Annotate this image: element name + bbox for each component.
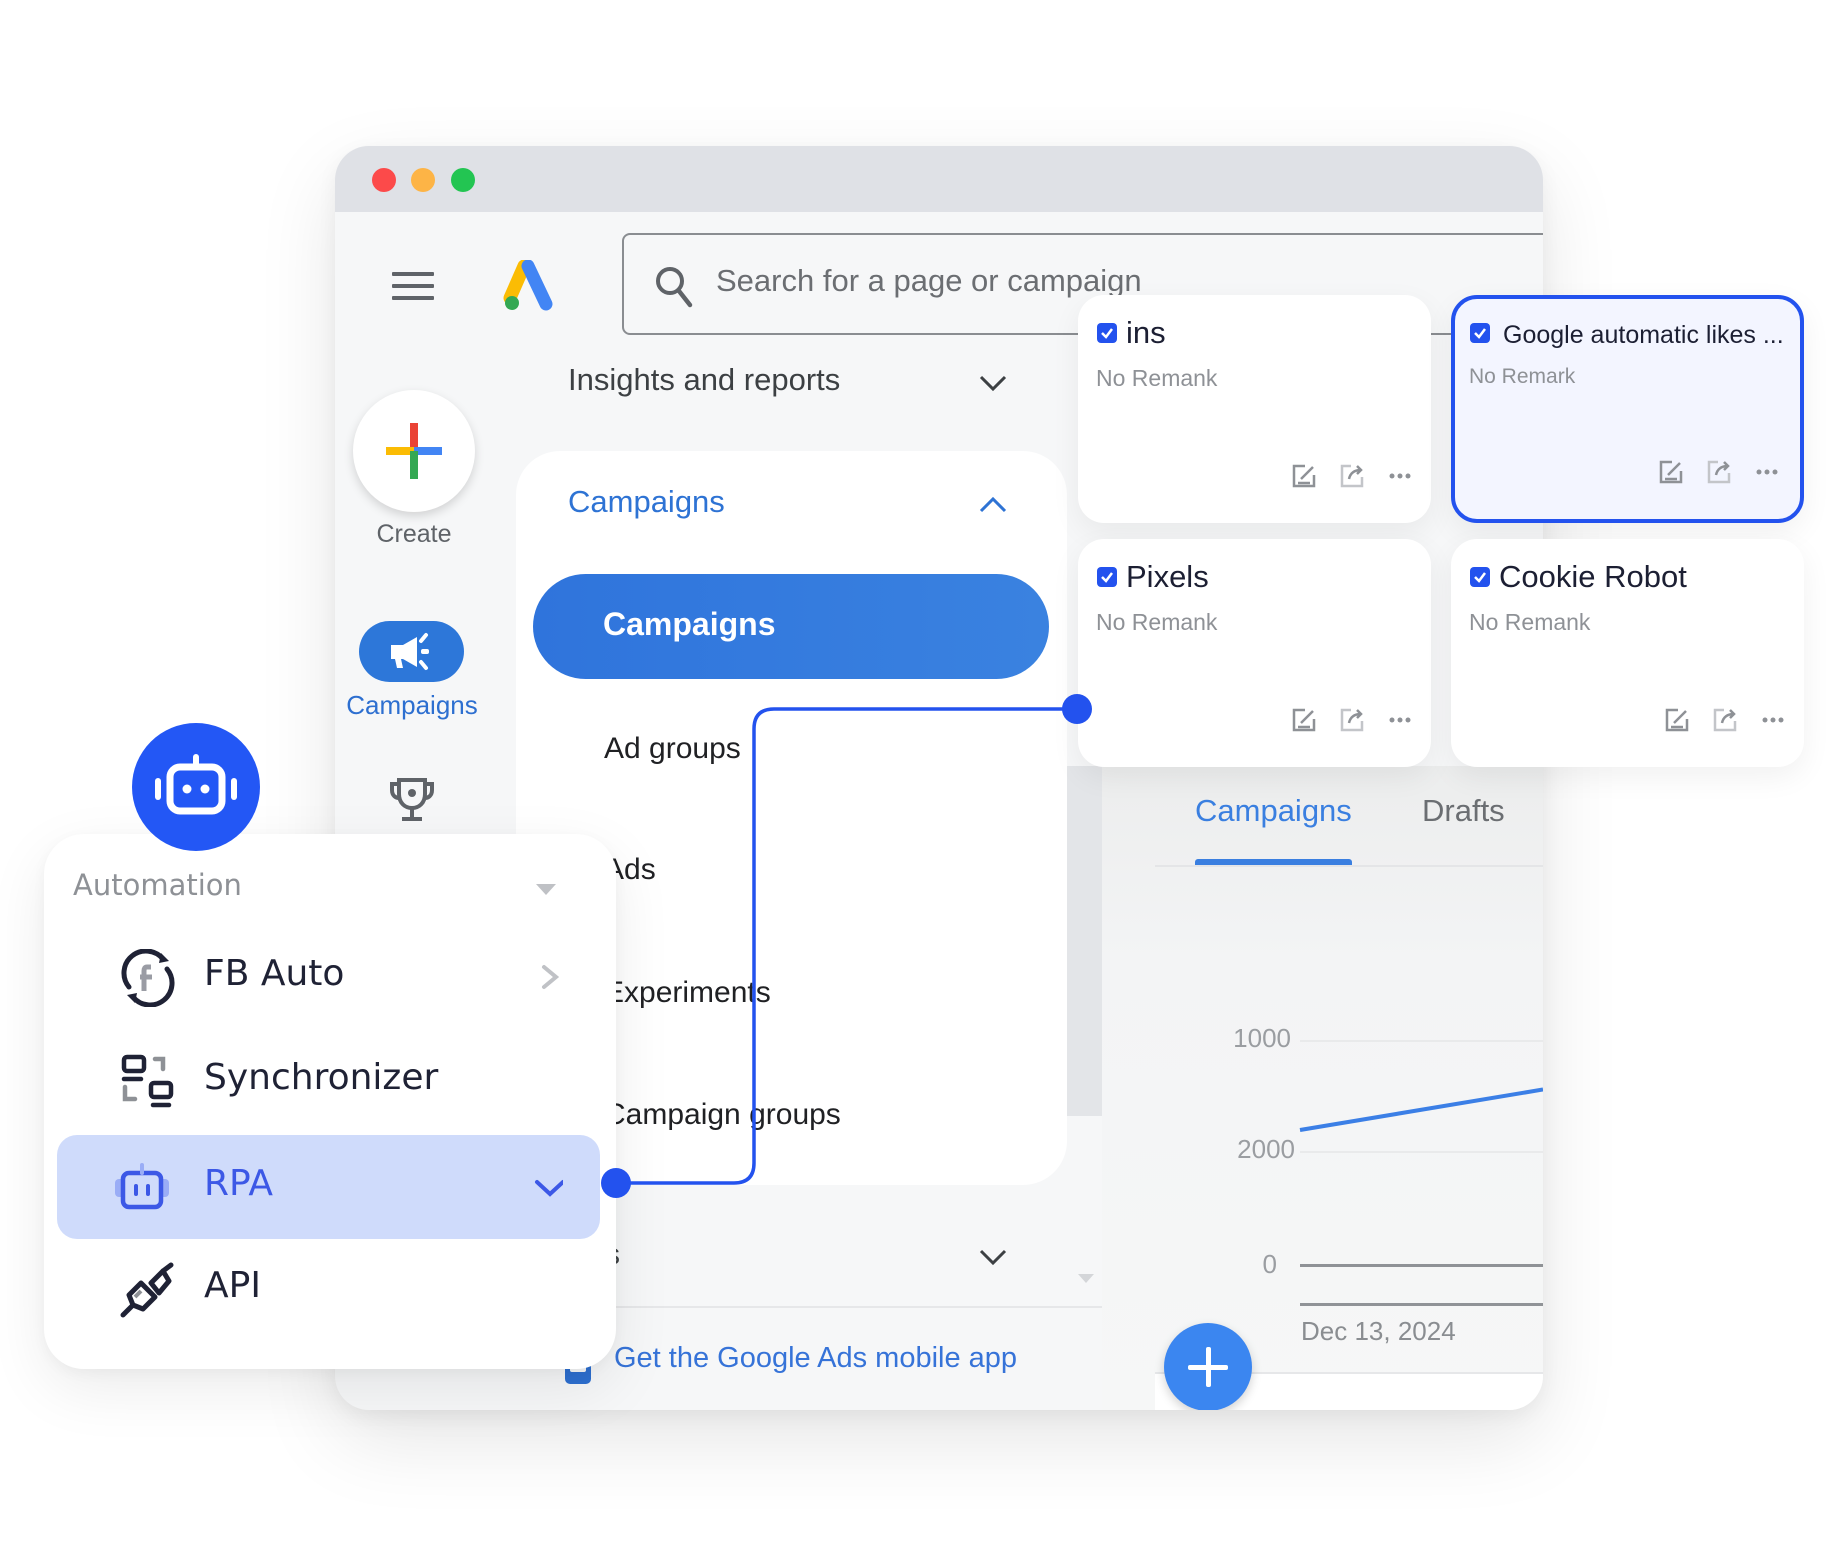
- x-axis: [1300, 1303, 1543, 1306]
- y-tick-label: 2000: [1237, 1134, 1295, 1164]
- create-label: Create: [376, 520, 452, 548]
- card-remark: No Remank: [1469, 609, 1591, 635]
- search-placeholder: Search for a page or campaign: [716, 263, 1142, 298]
- share-icon[interactable]: [1339, 707, 1365, 733]
- more-options-icon[interactable]: [1387, 707, 1413, 733]
- search-icon: [656, 267, 693, 308]
- share-icon[interactable]: [1712, 707, 1738, 733]
- divider: [585, 1306, 1102, 1308]
- check-icon: [1101, 572, 1113, 583]
- automation-item-label: RPA: [204, 1163, 274, 1204]
- edit-icon[interactable]: [1658, 459, 1684, 485]
- close-window-button[interactable]: [372, 168, 396, 192]
- chevron-down-icon: [535, 1180, 563, 1197]
- card-remark: No Remark: [1469, 365, 1576, 388]
- card-actions: [1291, 707, 1413, 733]
- chevron-up-icon[interactable]: [978, 496, 1008, 514]
- insights-and-reports-menu[interactable]: Insights and reports: [568, 362, 840, 398]
- card-checkbox[interactable]: [1097, 323, 1117, 343]
- minimize-window-button[interactable]: [411, 168, 435, 192]
- automation-item-api[interactable]: API: [57, 1237, 600, 1341]
- tab-drafts[interactable]: Drafts: [1422, 793, 1505, 829]
- gridline: [1300, 1151, 1543, 1153]
- mobile-app-link[interactable]: Get the Google Ads mobile app: [614, 1342, 1017, 1375]
- create-button[interactable]: [353, 390, 475, 512]
- caret-down-icon[interactable]: [536, 884, 556, 895]
- y-tick-label: 1000: [1233, 1023, 1291, 1053]
- card-checkbox[interactable]: [1470, 567, 1490, 587]
- scroll-track: [1067, 766, 1102, 1116]
- chevron-down-icon[interactable]: [978, 1248, 1008, 1266]
- more-options-icon[interactable]: [1387, 463, 1413, 489]
- submenu-item-campaign-groups[interactable]: Campaign groups: [604, 1098, 841, 1132]
- submenu-item-experiments[interactable]: Experiments: [604, 976, 771, 1010]
- automation-badge: [132, 723, 260, 851]
- google-ads-logo: [503, 260, 553, 311]
- caret-down-icon: [1078, 1274, 1094, 1283]
- campaigns-active-label: Campaigns: [603, 606, 776, 642]
- check-icon: [1101, 328, 1113, 339]
- x-tick-label: Dec 13, 2024: [1301, 1316, 1456, 1346]
- campaigns-active-item[interactable]: Campaigns: [533, 574, 1049, 679]
- add-campaign-fab[interactable]: [1164, 1323, 1252, 1410]
- card-actions: [1664, 707, 1786, 733]
- edit-icon[interactable]: [1664, 707, 1690, 733]
- card-checkbox[interactable]: [1470, 323, 1490, 343]
- script-card[interactable]: Pixels No Remank: [1078, 539, 1431, 767]
- edit-icon[interactable]: [1291, 707, 1317, 733]
- card-checkbox[interactable]: [1097, 567, 1117, 587]
- gridline: [1300, 1040, 1543, 1042]
- hamburger-menu-icon[interactable]: [392, 272, 434, 300]
- chevron-down-icon[interactable]: [978, 374, 1008, 392]
- card-title: Google automatic likes ...: [1503, 321, 1784, 349]
- plug-icon: [120, 1262, 174, 1318]
- submenu-item-ad-groups[interactable]: Ad groups: [604, 732, 741, 766]
- automation-panel: Automation FB Auto Synchronizer RPA API: [44, 834, 616, 1369]
- automation-item-label: FB Auto: [204, 953, 345, 994]
- tab-campaigns[interactable]: Campaigns: [1195, 793, 1352, 829]
- card-title: ins: [1126, 315, 1166, 350]
- check-icon: [1474, 572, 1486, 583]
- script-card[interactable]: ins No Remank: [1078, 295, 1431, 523]
- automation-item-label: Synchronizer: [204, 1057, 439, 1098]
- window-titlebar: [335, 146, 1543, 212]
- automation-item-fb-auto[interactable]: FB Auto: [57, 925, 600, 1029]
- synchronizer-icon: [121, 1054, 174, 1108]
- automation-item-rpa[interactable]: RPA: [57, 1135, 600, 1239]
- maximize-window-button[interactable]: [451, 168, 475, 192]
- automation-item-label: API: [204, 1265, 261, 1306]
- chevron-right-icon: [542, 965, 560, 989]
- zero-gridline: [1300, 1264, 1543, 1267]
- edit-icon[interactable]: [1291, 463, 1317, 489]
- robot-icon: [155, 754, 237, 815]
- campaigns-section-header[interactable]: Campaigns: [568, 484, 725, 520]
- script-card[interactable]: Cookie Robot No Remank: [1451, 539, 1804, 767]
- script-card-selected[interactable]: Google automatic likes ... No Remark: [1451, 295, 1804, 523]
- nav-campaigns-label: Campaigns: [346, 690, 478, 720]
- card-title: Cookie Robot: [1499, 559, 1687, 594]
- more-options-icon[interactable]: [1754, 459, 1780, 485]
- card-remark: No Remank: [1096, 365, 1218, 391]
- more-options-icon[interactable]: [1760, 707, 1786, 733]
- automation-title: Automation: [73, 868, 242, 902]
- card-actions: [1658, 459, 1780, 485]
- card-actions: [1291, 463, 1413, 489]
- tab-divider: [1155, 865, 1543, 867]
- automation-item-synchronizer[interactable]: Synchronizer: [57, 1029, 600, 1133]
- trophy-icon[interactable]: [389, 776, 435, 824]
- share-icon[interactable]: [1339, 463, 1365, 489]
- plus-icon: [386, 423, 442, 479]
- facebook-sync-icon: [121, 949, 175, 1007]
- card-remark: No Remank: [1096, 609, 1218, 635]
- megaphone-icon: [391, 633, 429, 670]
- nav-campaigns-button[interactable]: [359, 621, 464, 682]
- share-icon[interactable]: [1706, 459, 1732, 485]
- card-title: Pixels: [1126, 559, 1209, 594]
- robot-icon: [115, 1163, 169, 1210]
- y-tick-label: 0: [1262, 1249, 1277, 1279]
- check-icon: [1474, 328, 1486, 339]
